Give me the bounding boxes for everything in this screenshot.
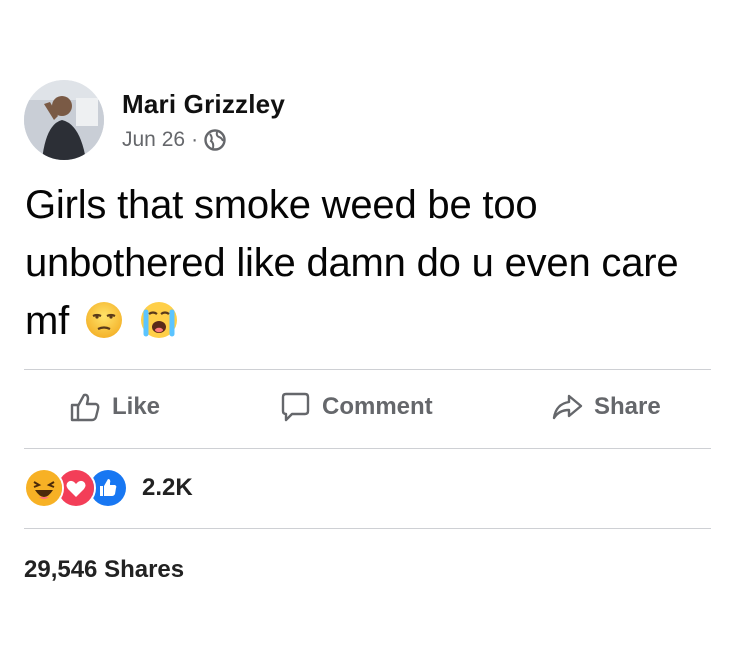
comment-button[interactable]: Comment [278,390,433,424]
post-text: Girls that smoke weed be too unbothered … [25,176,705,350]
unamused-face-icon [84,298,124,338]
post-meta: Jun 26 · [122,128,285,152]
post-date[interactable]: Jun 26 [122,128,185,152]
author-name[interactable]: Mari Grizzley [122,89,285,120]
reaction-summary[interactable]: 2.2K [24,468,193,508]
meta-separator: · [191,127,199,151]
divider-bottom [24,528,711,529]
share-label: Share [594,393,661,420]
haha-reaction-icon [24,468,64,508]
loudly-crying-face-icon [139,298,179,338]
globe-icon [204,128,226,151]
share-arrow-icon [552,394,583,420]
shares-count[interactable]: 29,546 Shares [24,556,184,584]
like-button[interactable]: Like [68,390,160,424]
post-body: Girls that smoke weed be too unbothered … [25,183,679,343]
action-bar: Like Comment Share [0,372,735,448]
share-button[interactable]: Share [550,390,661,424]
thumbs-up-icon [70,393,100,422]
reaction-count: 2.2K [142,474,193,501]
divider-middle [24,448,711,449]
post-header: Mari Grizzley Jun 26 · [24,80,285,160]
divider-top [24,369,711,370]
avatar[interactable] [24,80,104,160]
comment-icon [281,392,310,422]
like-label: Like [112,393,161,420]
comment-label: Comment [322,393,433,420]
